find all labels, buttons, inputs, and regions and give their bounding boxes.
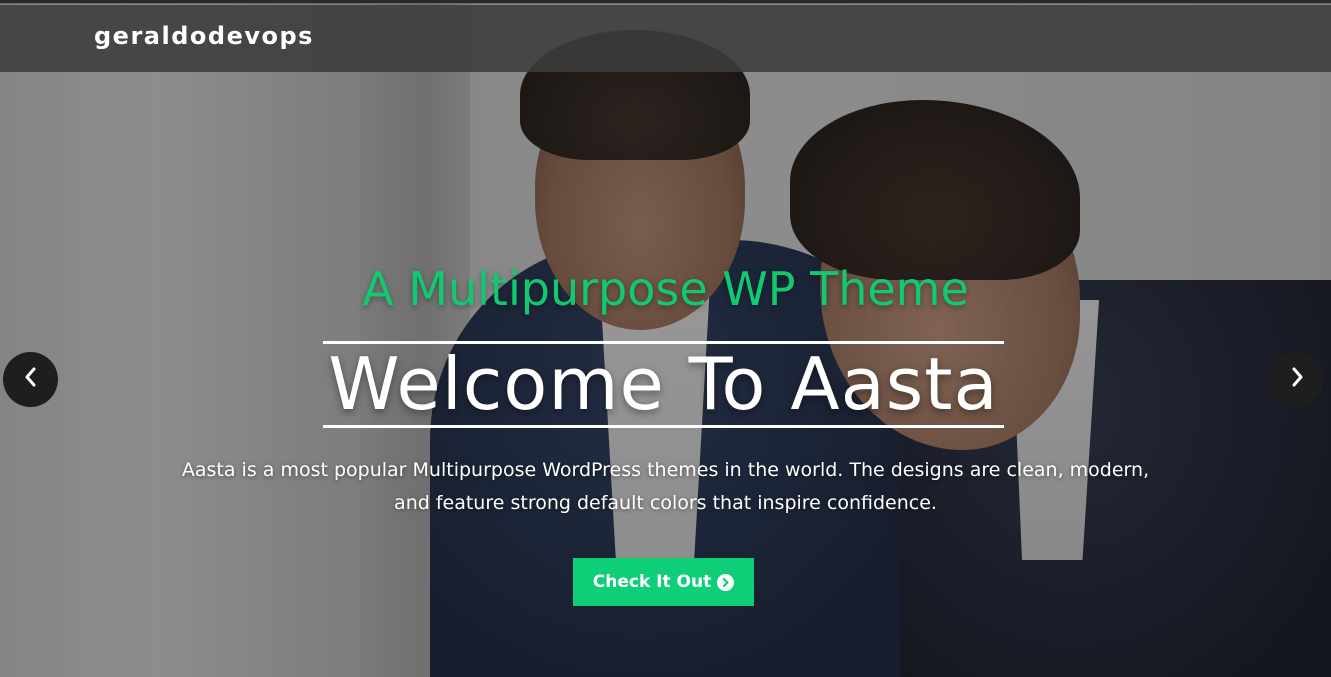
hero-subtitle: A Multipurpose WP Theme (362, 262, 969, 316)
hero-title: Welcome To Aasta (328, 342, 999, 426)
check-it-out-button[interactable]: Check It Out (573, 558, 754, 606)
cta-label: Check It Out (592, 572, 712, 592)
hero-description: Aasta is a most popular Multipurpose Wor… (181, 459, 1150, 514)
slider-prev-button[interactable] (3, 352, 58, 407)
chevron-left-icon (22, 366, 40, 393)
hero-title-frame: Welcome To Aasta (323, 341, 1004, 428)
hero-content: A Multipurpose WP Theme Welcome To Aasta… (0, 0, 1331, 677)
slider-next-button[interactable] (1269, 352, 1324, 407)
chevron-right-icon (1288, 366, 1306, 393)
chevron-circle-right-icon (717, 573, 735, 591)
